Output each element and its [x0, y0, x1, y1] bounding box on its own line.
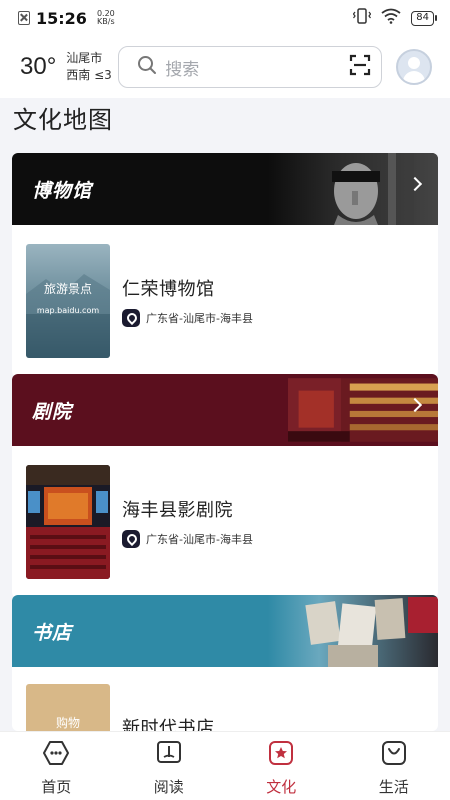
location-pin-icon	[122, 309, 140, 327]
page-title: 文化地图	[13, 106, 113, 134]
status-bar: 15:26 0.20 KB/s 84	[0, 0, 450, 36]
top-header: 30° 汕尾市 西南 ≤3 搜索	[0, 36, 450, 98]
list-item-museum[interactable]: 旅游景点 map.baidu.com 仁荣博物馆 广东省-汕尾市-海丰县	[12, 225, 438, 377]
home-icon	[42, 740, 70, 770]
nav-home[interactable]: 首页	[0, 732, 113, 800]
location-pin-icon	[122, 530, 140, 548]
theater-banner[interactable]: 剧院	[12, 374, 438, 446]
nav-label-reading: 阅读	[153, 778, 184, 796]
theater-banner-title: 剧院	[32, 400, 73, 423]
weather-wind: 西南 ≤3	[66, 68, 112, 82]
thumb-subtitle: map.baidu.com	[36, 306, 100, 315]
battery-indicator: 84	[411, 10, 437, 26]
thumb-title: 旅游景点	[43, 282, 92, 296]
culture-star-icon	[268, 740, 294, 770]
weather-info[interactable]: 汕尾市 西南 ≤3	[66, 50, 118, 84]
section-museum: 博物馆 旅游景点 map.baidu.com 仁荣博物馆 广东省-汕尾市-海丰县	[12, 153, 438, 377]
nav-life[interactable]: 生活	[338, 732, 450, 800]
section-bookstore: 书店 购物 新时代书店	[12, 595, 438, 731]
search-icon	[137, 55, 157, 79]
nav-label-home: 首页	[41, 778, 72, 796]
weather-city: 汕尾市	[66, 51, 103, 65]
item-name: 海丰县影剧院	[122, 500, 233, 521]
item-name: 新时代书店	[122, 718, 215, 731]
book-icon	[156, 740, 182, 770]
weather-temperature[interactable]: 30°	[20, 53, 56, 81]
nav-label-life: 生活	[378, 778, 409, 796]
wifi-icon	[381, 8, 401, 28]
bookstore-banner-title: 书店	[32, 621, 73, 644]
notification-x-icon	[18, 11, 30, 25]
nav-label-culture: 文化	[266, 778, 297, 796]
scan-icon[interactable]	[349, 54, 371, 80]
life-bag-icon	[381, 740, 407, 770]
bookstore-banner-image	[268, 595, 438, 667]
item-location: 广东省-汕尾市-海丰县	[146, 533, 253, 546]
search-placeholder: 搜索	[165, 59, 200, 80]
nav-reading[interactable]: 阅读	[113, 732, 226, 800]
section-theater: 剧院 海丰县影剧院 广东省-汕尾市-海丰县	[12, 374, 438, 598]
theater-thumbnail	[26, 465, 110, 579]
thumb-title: 购物	[55, 716, 80, 730]
item-location: 广东省-汕尾市-海丰县	[146, 312, 253, 325]
list-item-theater[interactable]: 海丰县影剧院 广东省-汕尾市-海丰县	[12, 446, 438, 598]
status-time: 15:26	[36, 8, 87, 28]
museum-thumbnail: 旅游景点 map.baidu.com	[26, 244, 110, 358]
net-speed: 0.20 KB/s	[96, 9, 115, 26]
search-input[interactable]: 搜索	[118, 46, 383, 88]
vibrate-icon	[353, 8, 372, 28]
bottom-nav: 首页 阅读 文化 生活	[0, 731, 450, 800]
bookstore-banner[interactable]: 书店	[12, 595, 438, 667]
bookstore-thumbnail: 购物	[26, 684, 110, 731]
museum-banner-title: 博物馆	[32, 179, 93, 202]
list-item-bookstore[interactable]: 购物 新时代书店	[12, 667, 438, 731]
museum-banner[interactable]: 博物馆	[12, 153, 438, 225]
nav-culture[interactable]: 文化	[225, 732, 338, 800]
item-name: 仁荣博物馆	[122, 279, 215, 300]
avatar[interactable]	[396, 49, 433, 85]
